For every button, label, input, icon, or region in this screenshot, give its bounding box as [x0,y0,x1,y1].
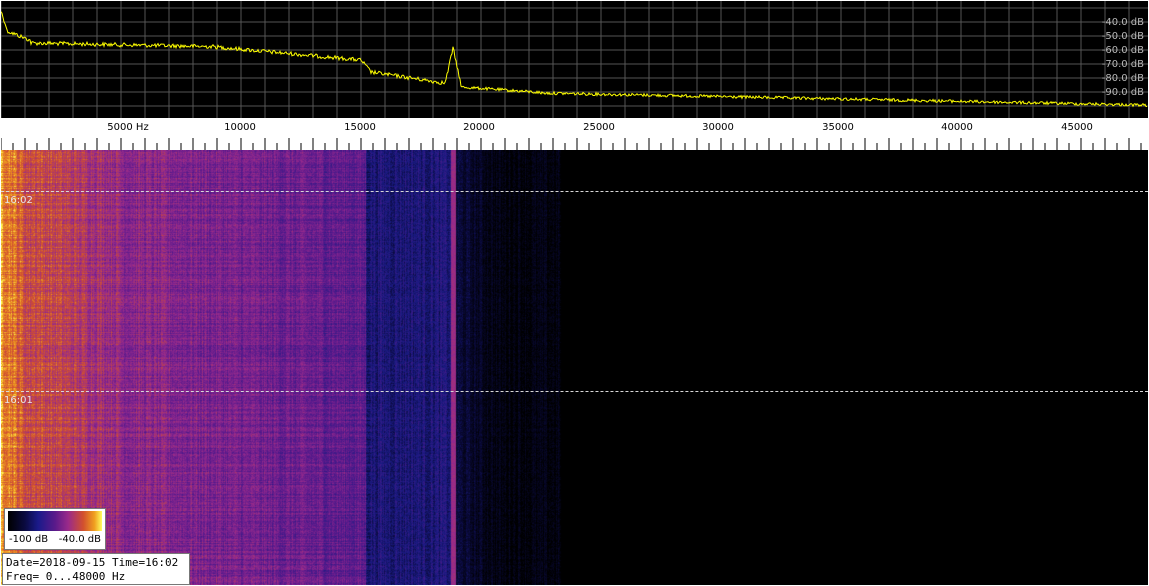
spectrum-trace-canvas [1,1,1148,118]
frequency-ticks [1,138,1142,150]
waterfall-canvas [1,150,1148,585]
db-label: -50.0 dB [1101,31,1144,42]
time-marker-line [1,191,1148,192]
color-scale-gradient [8,511,102,531]
freq-label: 5000 Hz [107,122,149,133]
info-panel: Date=2018-09-15 Time=16:02 Freq= 0...480… [2,553,190,585]
time-marker-label: 16:02 [4,195,33,206]
frequency-range-info: Freq= 0...48000 Hz [6,570,126,583]
db-label: -70.0 dB [1101,59,1144,70]
freq-label: 10000 [224,122,256,133]
color-scale-max-label: -40.0 dB [58,534,101,545]
time-marker-line [1,391,1148,392]
color-scale-legend: -100 dB -40.0 dB [4,508,106,550]
waterfall-display[interactable]: 16:02 16:01 [1,150,1148,585]
spectrum-plot[interactable]: -40.0 dB -50.0 dB -60.0 dB -70.0 dB -80.… [1,1,1148,118]
spectrum-analyzer-window: -40.0 dB -50.0 dB -60.0 dB -70.0 dB -80.… [0,0,1149,586]
freq-label: 45000 [1061,122,1093,133]
freq-label: 30000 [702,122,734,133]
time-marker-label: 16:01 [4,395,33,406]
db-label: -80.0 dB [1101,73,1144,84]
db-label: -40.0 dB [1101,17,1144,28]
date-time-info: Date=2018-09-15 Time=16:02 [6,556,179,569]
db-label: -60.0 dB [1101,45,1144,56]
freq-label: 15000 [344,122,376,133]
freq-label: 25000 [583,122,615,133]
freq-label: 35000 [822,122,854,133]
color-scale-min-label: -100 dB [9,534,49,545]
db-label: -90.0 dB [1101,87,1144,98]
freq-label: 20000 [463,122,495,133]
freq-label: 40000 [941,122,973,133]
frequency-axis[interactable]: 5000 Hz 10000 15000 20000 25000 30000 35… [1,118,1148,150]
